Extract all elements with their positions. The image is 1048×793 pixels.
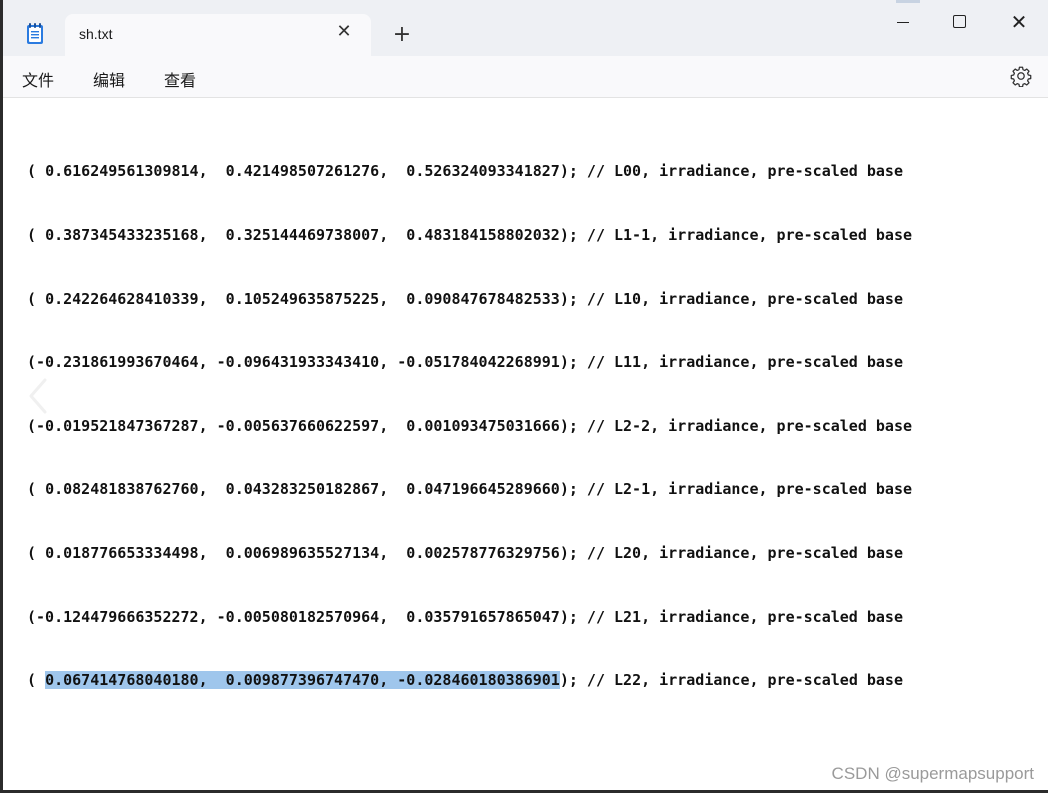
text-line: ( 0.018776653334498, 0.006989635527134, … — [27, 543, 912, 564]
menu-file[interactable]: 文件 — [22, 67, 54, 91]
line-text: 0.082481838762760, 0.043283250182867, 0.… — [45, 480, 913, 499]
line-prefix: ( — [27, 671, 46, 690]
minimize-button[interactable] — [888, 8, 918, 36]
notepad-icon — [27, 23, 43, 44]
line-text: -0.124479666352272, -0.005080182570964, … — [36, 607, 903, 626]
line-prefix: ( — [27, 543, 46, 562]
notepad-window: sh.txt ✕ + ✕ 文件 编辑 查看 ( 0.61624956130981… — [0, 0, 1048, 793]
minimize-icon — [897, 22, 909, 24]
text-content[interactable]: ( 0.616249561309814, 0.421498507261276, … — [27, 119, 912, 734]
line-text: 0.616249561309814, 0.421498507261276, 0.… — [45, 162, 903, 181]
text-line: ( 0.616249561309814, 0.421498507261276, … — [27, 161, 912, 182]
line-prefix: ( — [27, 353, 37, 372]
line-text: 0.387345433235168, 0.325144469738007, 0.… — [45, 226, 913, 244]
line-prefix: ( — [27, 607, 37, 626]
line-text: 0.242264628410339, 0.105249635875225, 0.… — [45, 289, 903, 308]
tab-sh-txt[interactable]: sh.txt ✕ — [65, 14, 371, 56]
menu-edit[interactable]: 编辑 — [93, 67, 125, 91]
text-line: ( 0.082481838762760, 0.043283250182867, … — [27, 479, 912, 500]
line-text: 0.018776653334498, 0.006989635527134, 0.… — [45, 543, 903, 562]
maximize-button[interactable] — [944, 8, 974, 36]
text-line: (-0.124479666352272, -0.005080182570964,… — [27, 607, 912, 628]
close-window-button[interactable]: ✕ — [1004, 8, 1034, 36]
title-bar[interactable]: sh.txt ✕ + ✕ — [3, 0, 1048, 56]
tab-close-icon[interactable]: ✕ — [335, 23, 353, 41]
line-text: -0.019521847367287, -0.005637660622597, … — [36, 416, 913, 435]
maximize-icon — [952, 15, 966, 28]
text-line: ( 0.387345433235168, 0.325144469738007, … — [27, 225, 912, 246]
menu-view[interactable]: 查看 — [164, 67, 196, 91]
chevron-left-icon[interactable] — [27, 376, 51, 416]
tab-title: sh.txt — [79, 26, 113, 42]
text-line: (-0.019521847367287, -0.005637660622597,… — [27, 416, 912, 437]
text-editor[interactable]: ( 0.616249561309814, 0.421498507261276, … — [3, 98, 1048, 790]
new-tab-button[interactable]: + — [391, 24, 413, 46]
line-text: -0.231861993670464, -0.096431933343410, … — [36, 353, 903, 372]
line-text: ); // L22, irradiance, pre-scaled base — [559, 671, 903, 690]
line-prefix: ( — [27, 480, 46, 499]
gear-icon[interactable] — [1010, 65, 1032, 87]
watermark-text: CSDN @supermapsupport — [831, 764, 1034, 783]
close-icon: ✕ — [1010, 10, 1028, 34]
line-prefix: ( — [27, 162, 46, 181]
selected-text[interactable]: 0.067414768040180, 0.009877396747470, -0… — [45, 671, 560, 690]
line-prefix: ( — [27, 416, 37, 435]
line-prefix: ( — [27, 226, 46, 244]
text-line: ( 0.242264628410339, 0.105249635875225, … — [27, 289, 912, 310]
line-prefix: ( — [27, 289, 46, 308]
text-line: (-0.231861993670464, -0.096431933343410,… — [27, 352, 912, 373]
top-edge-indicator — [896, 0, 920, 3]
menu-bar: 文件 编辑 查看 — [3, 56, 1048, 98]
text-line: ( 0.067414768040180, 0.009877396747470, … — [27, 670, 912, 691]
